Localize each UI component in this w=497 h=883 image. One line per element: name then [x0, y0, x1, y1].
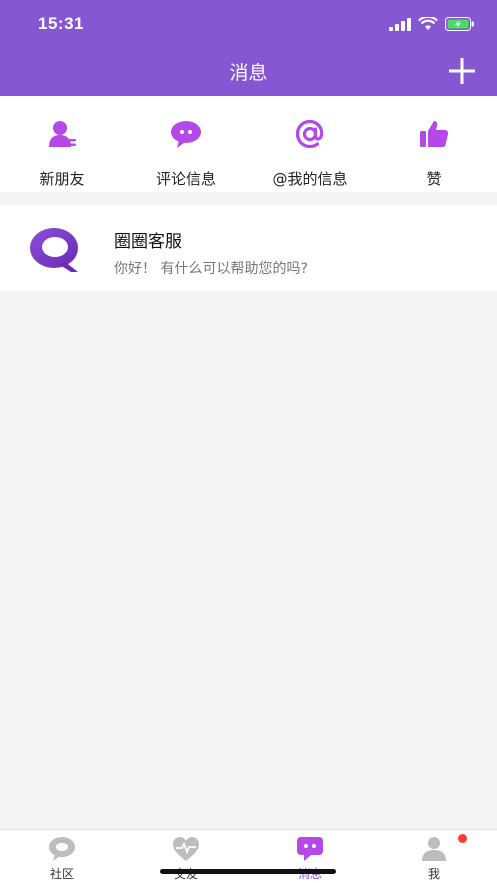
new-friend-icon [49, 121, 76, 147]
comment-icon [171, 121, 201, 148]
wifi-icon [418, 17, 438, 30]
at-icon [295, 119, 324, 149]
customer-service-logo [30, 228, 78, 272]
profile-icon [422, 837, 446, 861]
status-bar: 15:31 [0, 0, 497, 48]
quick-action-mentions[interactable]: @我的信息 [248, 96, 372, 192]
page-title: 消息 [229, 62, 268, 84]
tab-bar: 社区 交友 消息 我 [0, 829, 497, 883]
tab-community[interactable]: 社区 [0, 830, 124, 883]
message-icon [297, 837, 323, 861]
tab-dating[interactable]: 交友 [124, 830, 248, 883]
heartbeat-icon [173, 837, 199, 861]
battery-icon [445, 17, 474, 31]
status-icons [389, 17, 475, 31]
quick-actions: 新朋友 评论信息 @我的信息 赞 [0, 96, 497, 192]
community-icon [49, 837, 75, 861]
list-item[interactable]: 圈圈客服 你好！ 有什么可以帮助您的吗? [0, 205, 497, 291]
tab-label: 我 [427, 867, 440, 881]
quick-action-new-friend[interactable]: 新朋友 [0, 96, 124, 192]
status-time: 15:31 [38, 14, 84, 33]
notification-badge [458, 834, 467, 843]
quick-action-comments[interactable]: 评论信息 [124, 96, 248, 192]
header: 15:31 消息 [0, 0, 497, 96]
tab-me[interactable]: 我 [372, 830, 496, 883]
thumbs-up-icon [420, 121, 449, 147]
plus-icon[interactable] [447, 56, 477, 86]
quick-action-label: 新朋友 [39, 170, 85, 188]
tab-label: 社区 [49, 867, 74, 881]
signal-icon [389, 17, 411, 31]
tab-messages[interactable]: 消息 [248, 830, 372, 883]
conversation-title: 圈圈客服 [114, 232, 182, 252]
quick-action-likes[interactable]: 赞 [372, 96, 496, 192]
quick-action-label: @我的信息 [272, 170, 348, 188]
quick-action-label: 评论信息 [155, 170, 216, 188]
quick-action-label: 赞 [426, 170, 442, 188]
home-indicator [160, 869, 336, 874]
conversation-preview: 你好！ 有什么可以帮助您的吗? [114, 261, 308, 277]
